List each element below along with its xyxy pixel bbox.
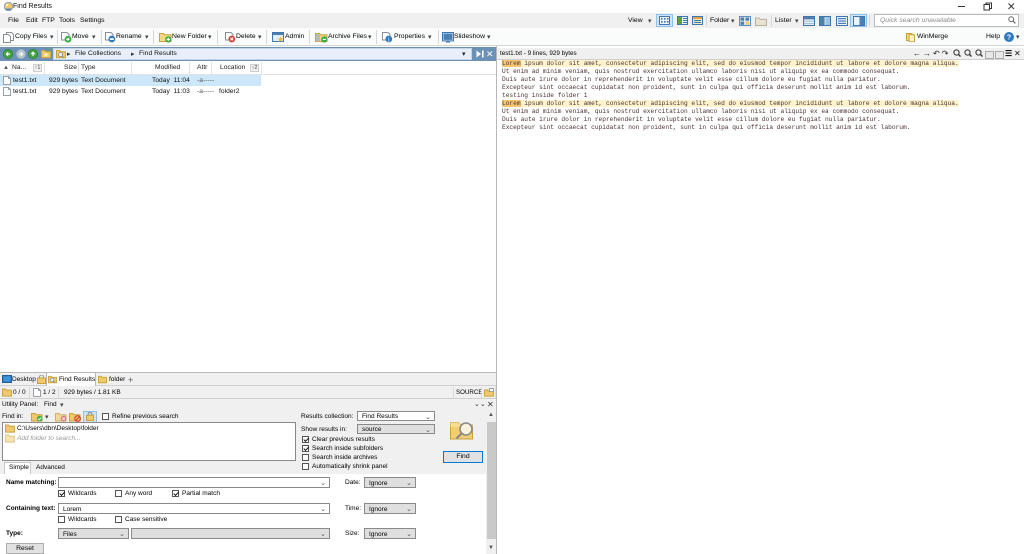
- svg-text:?: ?: [1007, 35, 1011, 42]
- svg-text:i: i: [388, 36, 390, 43]
